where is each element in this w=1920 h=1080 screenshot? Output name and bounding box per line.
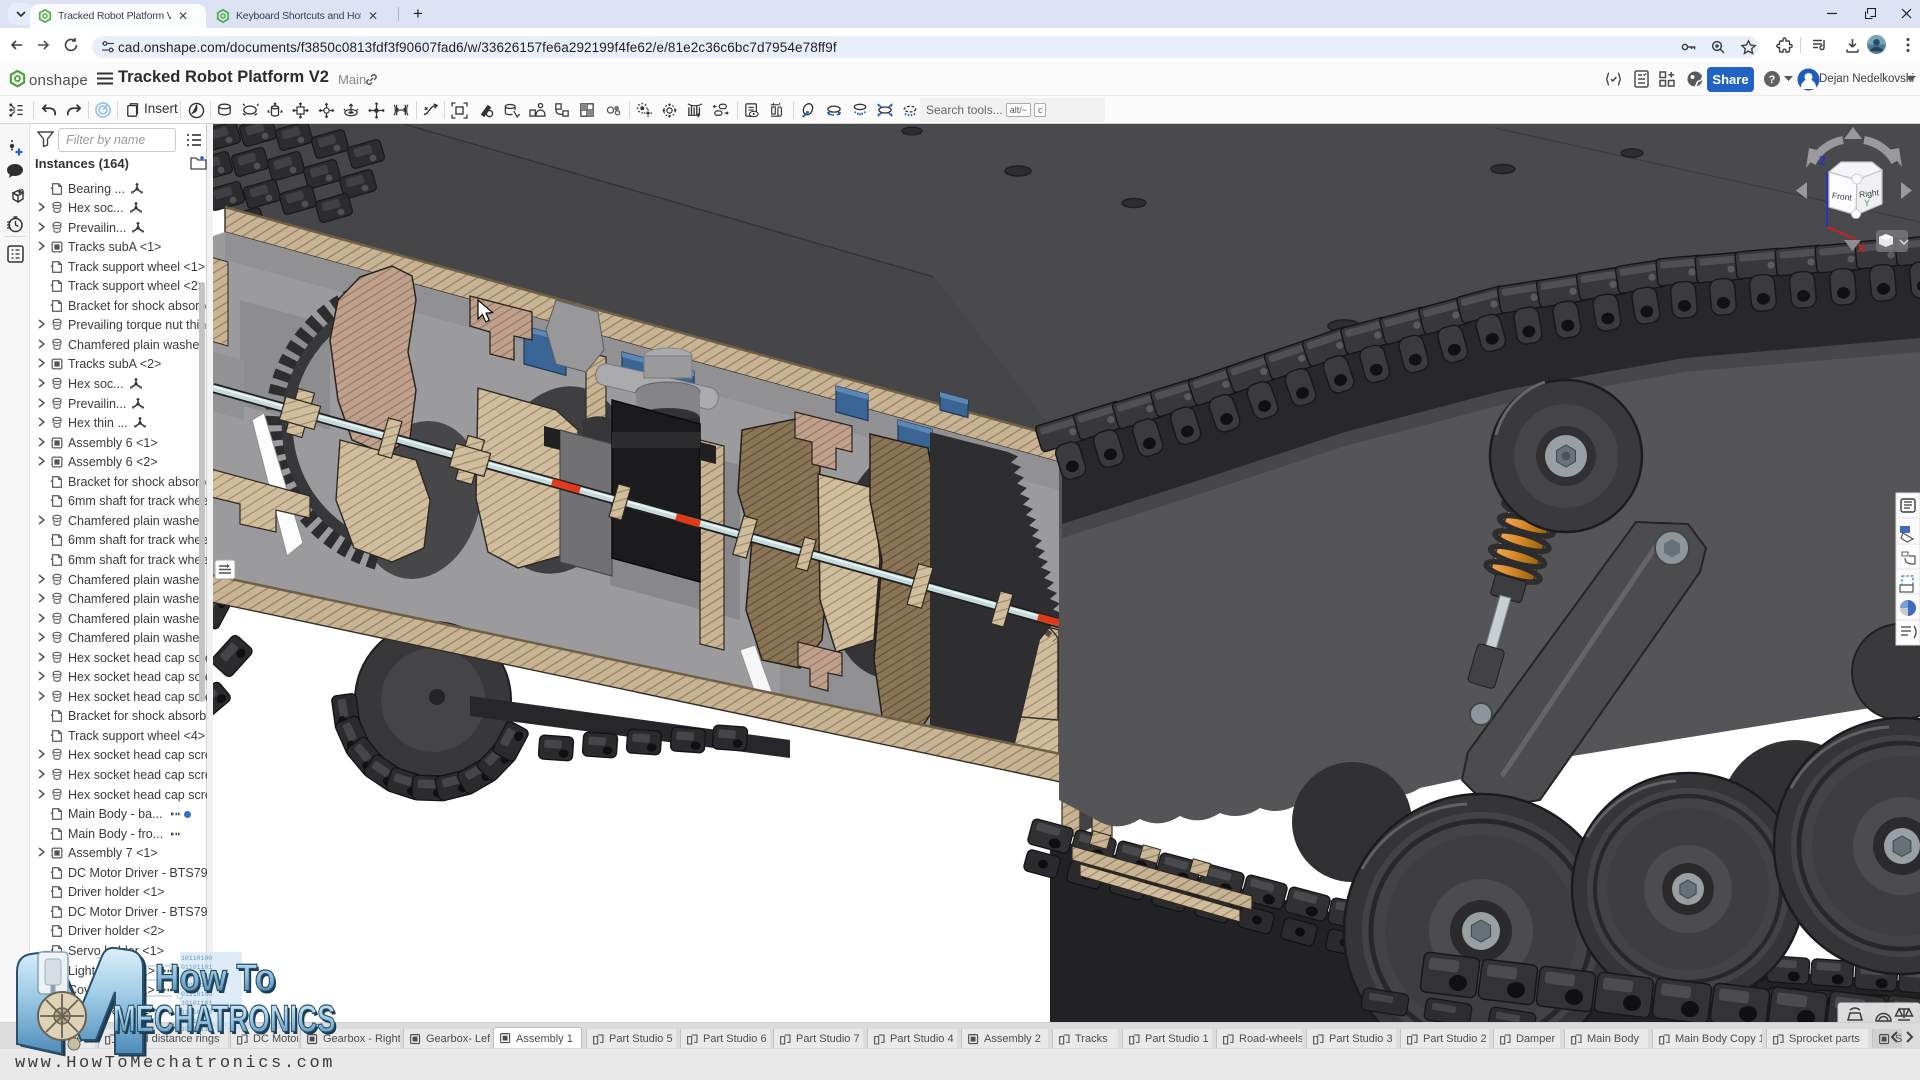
svg-text:Z: Z <box>1819 154 1826 168</box>
svg-text:?: ? <box>1769 74 1776 86</box>
svg-text:Y: Y <box>1864 198 1870 208</box>
svg-text:X: X <box>1857 241 1865 255</box>
svg-text:?: ? <box>19 190 22 196</box>
